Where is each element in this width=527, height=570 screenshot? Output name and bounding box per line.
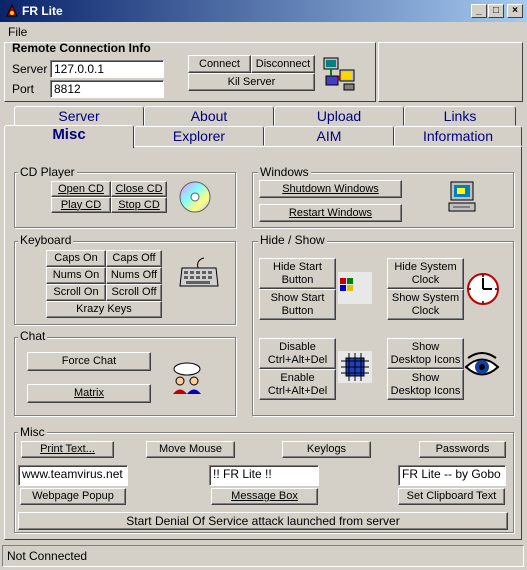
server-input[interactable]: 127.0.0.1 (50, 60, 164, 78)
chip-icon (338, 351, 372, 383)
tab-links[interactable]: Links (404, 106, 516, 126)
hide-clock-button[interactable]: Hide System Clock (387, 258, 464, 289)
cd-player-title: CD Player (18, 165, 77, 179)
tab-server[interactable]: Server (14, 106, 144, 126)
title-bar (0, 0, 527, 22)
scroll-on-button[interactable]: Scroll On (46, 284, 106, 301)
port-input[interactable]: 8812 (50, 80, 164, 98)
misc-title: Misc (18, 425, 47, 439)
passwords-button[interactable]: Passwords (419, 441, 506, 458)
show-clock-button[interactable]: Show System Clock (387, 289, 464, 320)
clock-icon (467, 273, 499, 305)
disable-cad-line1: Disable (279, 340, 316, 353)
shutdown-button[interactable]: Shutdown Windows (259, 180, 402, 198)
scroll-off-button[interactable]: Scroll Off (106, 284, 162, 301)
caps-off-button[interactable]: Caps Off (106, 250, 162, 267)
tab-explorer[interactable]: Explorer (134, 126, 264, 146)
app-icon (6, 3, 18, 17)
tab-information[interactable]: Information (394, 126, 522, 146)
hide-start-line2: Button (281, 273, 314, 286)
hide-clock-line2: Clock (411, 273, 440, 286)
show-icons2-line1: Show (411, 371, 440, 384)
menu-file[interactable]: File (8, 25, 27, 39)
show-desktop-icons-button[interactable]: Show Desktop Icons (387, 338, 464, 369)
hide-show-title: Hide / Show (258, 233, 327, 247)
remote-title: Remote Connection Info (12, 41, 151, 55)
enable-cad-line1: Enable (280, 371, 315, 384)
restart-button[interactable]: Restart Windows (259, 204, 402, 222)
close-cd-button[interactable]: Close CD (111, 181, 167, 197)
nums-on-button[interactable]: Nums On (46, 267, 106, 284)
computer-icon (448, 181, 476, 212)
hide-start-line1: Hide Start (273, 260, 322, 273)
message-box-button[interactable]: Message Box (211, 488, 318, 505)
show-desktop-icons-button-2[interactable]: Show Desktop Icons (387, 369, 464, 400)
keyboard-title: Keyboard (18, 233, 74, 247)
connect-button[interactable]: Connect (188, 55, 251, 73)
eye-icon (464, 352, 500, 376)
print-text-button[interactable]: Print Text... (21, 441, 114, 458)
cd-icon (179, 181, 211, 213)
show-clock-line1: Show System (391, 291, 460, 304)
show-icons-line2: Desktop Icons (390, 353, 461, 366)
force-chat-button[interactable]: Force Chat (27, 352, 151, 371)
disable-ctrl-alt-del-button[interactable]: Disable Ctrl+Alt+Del (259, 338, 336, 369)
play-cd-button[interactable]: Play CD (51, 197, 111, 213)
show-icons-line1: Show (411, 340, 440, 353)
url-input[interactable]: www.teamvirus.net (18, 465, 128, 486)
maximize-button[interactable]: □ (488, 4, 504, 18)
dos-attack-button[interactable]: Start Denial Of Service attack launched … (18, 512, 508, 530)
webpage-popup-button[interactable]: Webpage Popup (20, 488, 126, 505)
disconnect-button[interactable]: Disconnect (251, 55, 315, 73)
show-clock-line2: Clock (411, 304, 440, 317)
tab-upload[interactable]: Upload (274, 106, 404, 126)
kill-server-button[interactable]: Kil Server (188, 73, 315, 91)
show-icons2-line2: Desktop Icons (390, 384, 461, 397)
hide-start-button[interactable]: Hide Start Button (259, 258, 336, 289)
keylogs-button[interactable]: Keylogs (282, 441, 371, 458)
minimize-button[interactable]: _ (471, 4, 487, 18)
caps-on-button[interactable]: Caps On (46, 250, 106, 267)
status-bar: Not Connected (2, 545, 524, 567)
open-cd-button[interactable]: Open CD (51, 181, 111, 197)
nums-off-button[interactable]: Nums Off (106, 267, 162, 284)
chat-icon (173, 362, 201, 394)
windows-title: Windows (258, 165, 311, 179)
set-clipboard-button[interactable]: Set Clipboard Text (398, 488, 505, 505)
network-icon (323, 57, 355, 91)
message-input[interactable]: !! FR Lite !! (209, 465, 319, 486)
show-start-button[interactable]: Show Start Button (259, 289, 336, 320)
show-start-line2: Button (281, 304, 314, 317)
hide-clock-line1: Hide System (394, 260, 457, 273)
disable-cad-line2: Ctrl+Alt+Del (267, 353, 328, 366)
tab-about[interactable]: About (144, 106, 274, 126)
tab-misc[interactable]: Misc (4, 125, 134, 148)
show-start-line1: Show Start (270, 291, 325, 304)
keyboard-icon (179, 257, 219, 287)
chat-title: Chat (18, 329, 48, 343)
server-label: Server (12, 62, 48, 76)
port-label: Port (12, 82, 35, 96)
enable-ctrl-alt-del-button[interactable]: Enable Ctrl+Alt+Del (259, 369, 336, 400)
clipboard-input[interactable]: FR Lite -- by Gobo (398, 465, 506, 486)
matrix-button[interactable]: Matrix (27, 384, 151, 403)
krazy-keys-button[interactable]: Krazy Keys (46, 301, 162, 318)
close-button[interactable]: × (507, 4, 523, 18)
remote-right-panel (378, 42, 523, 102)
enable-cad-line2: Ctrl+Alt+Del (267, 384, 328, 397)
move-mouse-button[interactable]: Move Mouse (146, 441, 235, 458)
tab-aim[interactable]: AIM (264, 126, 394, 146)
stop-cd-button[interactable]: Stop CD (111, 197, 167, 213)
windows-logo-icon (338, 272, 372, 304)
window-title: FR Lite (22, 4, 63, 18)
